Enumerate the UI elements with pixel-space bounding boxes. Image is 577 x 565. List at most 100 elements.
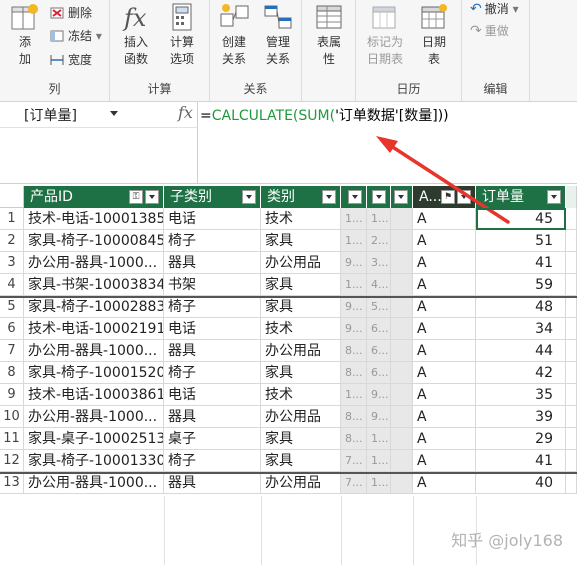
- cell-category[interactable]: 家具: [261, 450, 341, 472]
- cell-hidden-3[interactable]: [391, 208, 413, 230]
- freeze-button[interactable]: 冻结 ▾: [50, 27, 102, 45]
- cell-product-id[interactable]: 办公用-器具-1000...: [24, 406, 164, 428]
- cell-product-id[interactable]: 家具-椅子-10000845: [24, 230, 164, 252]
- header-hidden-column-2[interactable]: [367, 186, 391, 208]
- cell-hidden-1[interactable]: 1...: [341, 230, 367, 252]
- cell-category[interactable]: 家具: [261, 428, 341, 450]
- cell-hidden-2[interactable]: 5...: [367, 296, 391, 318]
- cell-empty[interactable]: [566, 252, 577, 274]
- cell-hidden-1[interactable]: 1...: [341, 274, 367, 296]
- cell-hidden-2[interactable]: 9...: [367, 406, 391, 428]
- cell-category[interactable]: 家具: [261, 274, 341, 296]
- manage-relationship-button[interactable]: 管理 关系: [256, 2, 300, 68]
- cell-product-id[interactable]: 办公用-器具-1000...: [24, 252, 164, 274]
- cell-category[interactable]: 家具: [261, 230, 341, 252]
- cell-order-quantity[interactable]: 35: [476, 384, 566, 406]
- cell-subcategory[interactable]: 椅子: [164, 450, 261, 472]
- cell-subcategory[interactable]: 器具: [164, 340, 261, 362]
- row-number[interactable]: 11: [0, 428, 24, 450]
- cell-hidden-2[interactable]: 6...: [367, 318, 391, 340]
- row-number[interactable]: 10: [0, 406, 24, 428]
- formula-input[interactable]: =CALCULATE(SUM('订单数据'[数量])): [200, 105, 449, 125]
- filter-dropdown-icon[interactable]: [394, 190, 408, 204]
- sort-icon[interactable]: [348, 190, 362, 204]
- date-table-button[interactable]: 日期 表: [412, 2, 456, 68]
- cell-order-quantity[interactable]: 39: [476, 406, 566, 428]
- table-row[interactable]: 1 技术-电话-10001385 电话 技术 1... 1... A 45: [0, 208, 577, 230]
- cell-subcategory[interactable]: 椅子: [164, 296, 261, 318]
- chevron-down-icon[interactable]: [110, 111, 118, 116]
- cell-order-quantity[interactable]: 48: [476, 296, 566, 318]
- cell-order-quantity[interactable]: 51: [476, 230, 566, 252]
- cell-product-id[interactable]: 技术-电话-10003861: [24, 384, 164, 406]
- cell-hidden-2[interactable]: 1...: [367, 472, 391, 494]
- table-row[interactable]: 11 家具-桌子-10002513 桌子 家具 8... 1... A 29: [0, 428, 577, 450]
- undo-button[interactable]: ↶ 撤消 ▾: [470, 0, 519, 18]
- cell-order-quantity[interactable]: 45: [476, 208, 566, 230]
- cell-hidden-1[interactable]: 1...: [341, 384, 367, 406]
- cell-subcategory[interactable]: 椅子: [164, 230, 261, 252]
- table-row[interactable]: 13 办公用-器具-1000... 器具 办公用品 7... 1... A 40: [0, 472, 577, 494]
- row-number[interactable]: 1: [0, 208, 24, 230]
- row-number[interactable]: 3: [0, 252, 24, 274]
- cell-empty[interactable]: [566, 406, 577, 428]
- cell-subcategory[interactable]: 书架: [164, 274, 261, 296]
- filter-dropdown-icon[interactable]: [547, 190, 561, 204]
- name-box[interactable]: [订单量] fx: [0, 102, 198, 128]
- cell-hidden-2[interactable]: 6...: [367, 362, 391, 384]
- cell-hidden-1[interactable]: 9...: [341, 318, 367, 340]
- cell-product-id[interactable]: 家具-椅子-10001520: [24, 362, 164, 384]
- cell-product-id[interactable]: 技术-电话-10002191: [24, 318, 164, 340]
- cell-hidden-1[interactable]: 8...: [341, 428, 367, 450]
- cell-product-id[interactable]: 家具-椅子-10001330: [24, 450, 164, 472]
- cell-subcategory[interactable]: 器具: [164, 472, 261, 494]
- table-row[interactable]: 6 技术-电话-10002191 电话 技术 9... 6... A 34: [0, 318, 577, 340]
- filter-dropdown-icon[interactable]: [242, 190, 256, 204]
- cell-subcategory[interactable]: 器具: [164, 406, 261, 428]
- cell-hidden-2[interactable]: 9...: [367, 384, 391, 406]
- row-number[interactable]: 13: [0, 472, 24, 494]
- delete-button[interactable]: 删除: [50, 4, 92, 22]
- cell-hidden-1[interactable]: 7...: [341, 450, 367, 472]
- header-category[interactable]: 类别: [261, 186, 341, 208]
- table-properties-button[interactable]: 表属 性: [307, 2, 351, 68]
- cell-category[interactable]: 家具: [261, 362, 341, 384]
- cell-category[interactable]: 办公用品: [261, 406, 341, 428]
- cell-hidden-3[interactable]: [391, 362, 413, 384]
- add-column-button[interactable]: 添 加: [4, 2, 46, 68]
- cell-category[interactable]: 办公用品: [261, 340, 341, 362]
- table-row[interactable]: 4 家具-书架-10003834 书架 家具 1... 4... A 59: [0, 274, 577, 296]
- redo-button[interactable]: ↷ 重做: [470, 22, 509, 40]
- cell-empty[interactable]: [566, 362, 577, 384]
- cell-category[interactable]: 家具: [261, 296, 341, 318]
- cell-empty[interactable]: [566, 428, 577, 450]
- cell-hidden-3[interactable]: [391, 318, 413, 340]
- table-row[interactable]: 3 办公用-器具-1000... 器具 办公用品 9... 3... A 41: [0, 252, 577, 274]
- cell-subcategory[interactable]: 椅子: [164, 362, 261, 384]
- table-row[interactable]: 9 技术-电话-10003861 电话 技术 1... 9... A 35: [0, 384, 577, 406]
- cell-product-id[interactable]: 办公用-器具-1000...: [24, 340, 164, 362]
- cell-a[interactable]: A: [413, 472, 476, 494]
- cell-hidden-3[interactable]: [391, 428, 413, 450]
- cell-empty[interactable]: [566, 208, 577, 230]
- row-number[interactable]: 6: [0, 318, 24, 340]
- row-number[interactable]: 9: [0, 384, 24, 406]
- cell-a[interactable]: A: [413, 274, 476, 296]
- cell-hidden-3[interactable]: [391, 252, 413, 274]
- cell-hidden-3[interactable]: [391, 230, 413, 252]
- filter-dropdown-icon[interactable]: [457, 190, 471, 204]
- row-number[interactable]: 5: [0, 296, 24, 318]
- cell-order-quantity[interactable]: 41: [476, 252, 566, 274]
- cell-hidden-3[interactable]: [391, 296, 413, 318]
- cell-empty[interactable]: [566, 296, 577, 318]
- cell-empty[interactable]: [566, 450, 577, 472]
- cell-empty[interactable]: [566, 340, 577, 362]
- cell-hidden-1[interactable]: 7...: [341, 472, 367, 494]
- calc-options-button[interactable]: 计算 选项: [160, 2, 204, 68]
- table-row[interactable]: 10 办公用-器具-1000... 器具 办公用品 8... 9... A 39: [0, 406, 577, 428]
- cell-a[interactable]: A: [413, 406, 476, 428]
- row-number[interactable]: 4: [0, 274, 24, 296]
- cell-hidden-1[interactable]: 9...: [341, 252, 367, 274]
- cell-order-quantity[interactable]: 59: [476, 274, 566, 296]
- cell-a[interactable]: A: [413, 252, 476, 274]
